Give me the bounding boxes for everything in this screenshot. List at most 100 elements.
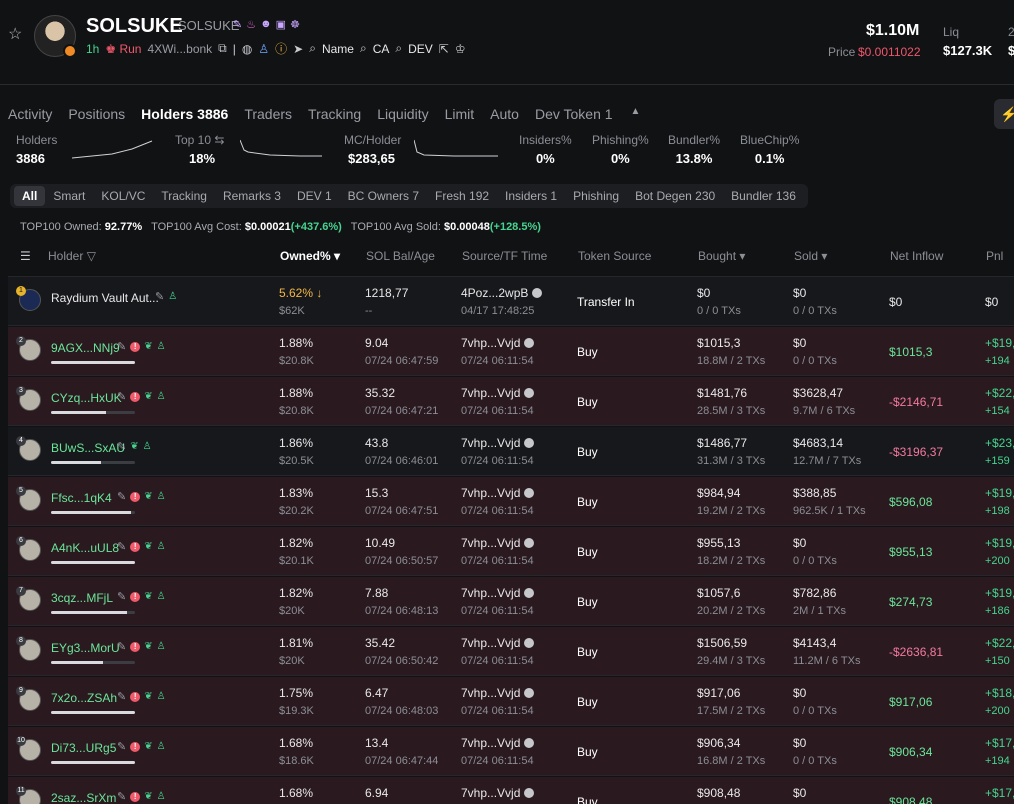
holder-avatar[interactable]: 2 [16,336,41,361]
chip-tracking[interactable]: Tracking [153,186,215,206]
filter-icon[interactable]: ▽ [83,249,96,263]
source-address[interactable]: 7vhp...Vvjd [461,336,535,350]
source-address[interactable]: 7vhp...Vvjd [461,536,535,550]
search-name-label[interactable]: Name [322,42,354,56]
holder-avatar[interactable]: 4 [16,436,41,461]
holder-avatar[interactable]: 6 [16,536,41,561]
edit-remark-icon[interactable]: ✎ [117,340,126,353]
table-row[interactable]: 4 BUwS...SxAU ✎ ❦ ♙ 1.86% $20.5K 43.8 07/24 06:4… [8,427,1014,476]
settings-sliders-icon[interactable]: ☰ [20,249,31,263]
edit-icon[interactable]: ✎ [233,18,242,31]
holder-address[interactable]: Ffsc...1qK4 [51,491,112,505]
tab-positions[interactable]: Positions [68,106,125,122]
table-row[interactable]: 8 EYg3...MorU ✎! ❦ ♙ 1.81% $20K 35.42 07/24 06:5… [8,627,1014,676]
holder-avatar[interactable]: 1 [16,286,41,311]
chip-dev[interactable]: DEV 1 [289,186,340,206]
chip-smart[interactable]: Smart [45,186,93,206]
holder-avatar[interactable]: 10 [16,736,41,761]
col-pnl[interactable]: Pnl [986,249,1003,263]
crown-icon[interactable]: ♔ [455,42,466,56]
warning-icon[interactable]: ⓘ [275,40,287,57]
edit-remark-icon[interactable]: ✎ [155,290,164,303]
tab-auto[interactable]: Auto [490,106,519,122]
tab-limit[interactable]: Limit [445,106,475,122]
telegram-icon[interactable]: ➤ [293,42,303,56]
holder-address[interactable]: CYzq...HxUK [51,391,122,405]
col-source[interactable]: Source/TF Time [462,249,547,263]
holder-address[interactable]: 3cqz...MFjL [51,591,113,605]
col-bought[interactable]: Bought ▾ [698,249,745,263]
favorite-star-icon[interactable]: ☆ [8,27,24,43]
source-address[interactable]: 7vhp...Vvjd [461,736,535,750]
table-row[interactable]: 5 Ffsc...1qK4 ✎! ❦ ♙ 1.83% $20.2K 15.3 07/24 06:… [8,477,1014,526]
chip-insiders[interactable]: Insiders 1 [497,186,565,206]
col-sol[interactable]: SOL Bal/Age [366,249,435,263]
edit-remark-icon[interactable]: ✎ [117,640,126,653]
edit-remark-icon[interactable]: ✎ [117,440,126,453]
edit-remark-icon[interactable]: ✎ [117,690,126,703]
source-address[interactable]: 7vhp...Vvjd [461,786,535,800]
holder-address[interactable]: 7x2o...ZSAh [51,691,117,705]
source-address[interactable]: 4Poz...2wpB [461,286,543,300]
edit-remark-icon[interactable]: ✎ [117,590,126,603]
chip-bundler[interactable]: Bundler 136 [723,186,804,206]
chip-bc-owners[interactable]: BC Owners 7 [340,186,427,206]
holder-address[interactable]: Di73...URg5 [51,741,116,755]
token-address[interactable]: 4XWi...bonk [147,42,212,56]
col-net-inflow[interactable]: Net Inflow [890,249,943,263]
edit-remark-icon[interactable]: ✎ [117,540,126,553]
table-row[interactable]: 3 CYzq...HxUK ✎! ❦ ♙ 1.88% $20.8K 35.32 07/24 06… [8,377,1014,426]
source-address[interactable]: 7vhp...Vvjd [461,486,535,500]
holder-avatar[interactable]: 3 [16,386,41,411]
tab-liquidity[interactable]: Liquidity [377,106,428,122]
chip-phishing[interactable]: Phishing [565,186,627,206]
holder-avatar[interactable]: 7 [16,586,41,611]
edit-remark-icon[interactable]: ✎ [117,790,126,803]
chip-fresh[interactable]: Fresh 192 [427,186,497,206]
table-row[interactable]: 7 3cqz...MFjL ✎! ❦ ♙ 1.82% $20K 7.88 07/24 06:48… [8,577,1014,626]
table-row[interactable]: 1 Raydium Vault Aut... ✎ ♙ 5.62% ↓ $62K 1218,7… [8,277,1014,326]
tab-traders[interactable]: Traders [244,106,292,122]
source-address[interactable]: 7vhp...Vvjd [461,686,535,700]
user-icon[interactable]: ♙ [258,42,269,56]
col-holder[interactable]: Holder ▽ [48,249,96,263]
search-name-icon[interactable]: ⌕ [309,41,316,56]
col-token-source[interactable]: Token Source [578,249,651,263]
source-address[interactable]: 7vhp...Vvjd [461,636,535,650]
edit-remark-icon[interactable]: ✎ [117,490,126,503]
holder-avatar[interactable]: 9 [16,686,41,711]
table-row[interactable]: 6 A4nK...uUL8 ✎! ❦ ♙ 1.82% $20.1K 10.49 07/24 06… [8,527,1014,576]
copy-icon[interactable]: ⧉ [218,41,227,56]
source-address[interactable]: 7vhp...Vvjd [461,586,535,600]
col-owned[interactable]: Owned% ▾ [280,249,340,263]
source-address[interactable]: 7vhp...Vvjd [461,436,535,450]
chip-remarks[interactable]: Remarks 3 [215,186,289,206]
tab-activity[interactable]: Activity [8,106,52,122]
search-dev-label[interactable]: DEV [408,42,433,56]
tab-dev-token[interactable]: Dev Token 1 [535,106,613,122]
website-icon[interactable]: ◍ [242,42,252,56]
edit-remark-icon[interactable]: ✎ [117,390,126,403]
chip-bot-degen[interactable]: Bot Degen 230 [627,186,723,206]
search-ca-icon[interactable]: ⌕ [360,41,367,56]
holder-address[interactable]: Raydium Vault Aut... [51,291,159,305]
holder-address[interactable]: 2saz...SrXm [51,791,116,804]
stat-label[interactable]: Top 10 ⇆ [175,133,224,147]
chip-kol-vc[interactable]: KOL/VC [93,186,153,206]
table-row[interactable]: 2 9AGX...NNj9 ✎! ❦ ♙ 1.88% $20.8K 9.04 07/24 06:… [8,327,1014,376]
holder-avatar[interactable]: 11 [16,786,41,804]
tab-holders[interactable]: Holders 3886 [141,106,228,122]
source-address[interactable]: 7vhp...Vvjd [461,386,535,400]
holder-address[interactable]: BUwS...SxAU [51,441,125,455]
col-sold[interactable]: Sold ▾ [794,249,827,263]
holder-address[interactable]: EYg3...MorU [51,641,120,655]
table-row[interactable]: 10 Di73...URg5 ✎! ❦ ♙ 1.68% $18.6K 13.4 07/24 06… [8,727,1014,776]
table-row[interactable]: 9 7x2o...ZSAh ✎! ❦ ♙ 1.75% $19.3K 6.47 07/24 06:… [8,677,1014,726]
flash-icon[interactable]: ⚡ [994,99,1014,129]
share-icon[interactable]: ⇱ [439,42,449,56]
tab-tracking[interactable]: Tracking [308,106,361,122]
table-row[interactable]: 11 2saz...SrXm ✎! ❦ ♙ 1.68% 6.94 7vhp...Vvjd Buy… [8,777,1014,804]
holder-address[interactable]: 9AGX...NNj9 [51,341,120,355]
chip-all[interactable]: All [14,186,46,206]
collapse-caret-icon[interactable]: ▲ [631,106,641,122]
